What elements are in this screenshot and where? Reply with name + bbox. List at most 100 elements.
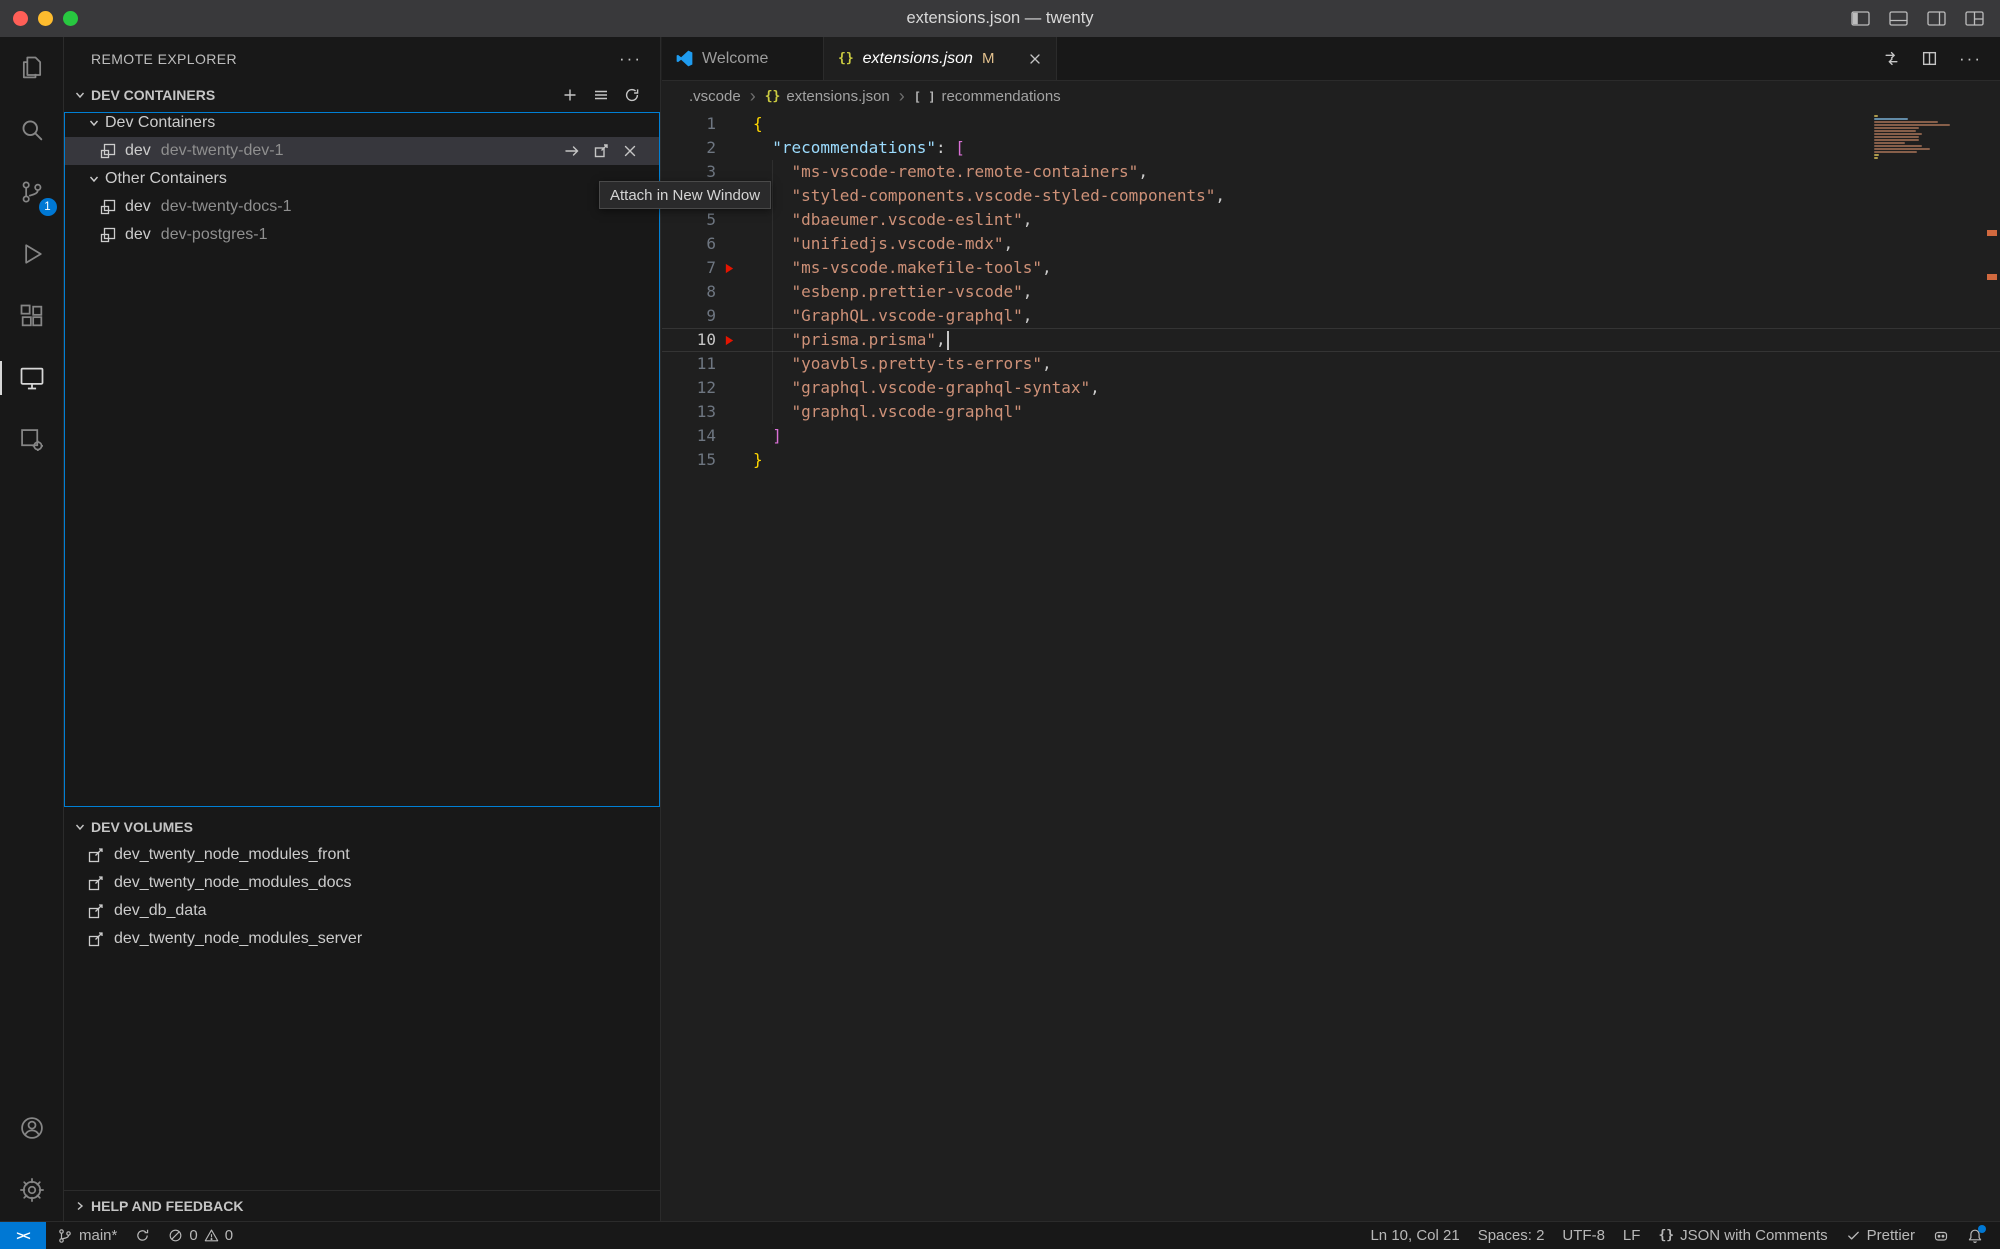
minimap[interactable] [1874, 115, 1984, 160]
tab-extensions-json[interactable]: {} extensions.json M [824, 37, 1057, 80]
status-bar: >< main* 0 0 Ln 10, Col 21 Spaces: 2 UTF… [0, 1221, 2000, 1249]
breadcrumb-folder[interactable]: .vscode [689, 88, 741, 105]
warnings-icon [204, 1228, 219, 1243]
code-lines[interactable]: 1{2 "recommendations": [3 "ms-vscode-rem… [662, 112, 2000, 1221]
dev-volumes-header[interactable]: DEV VOLUMES [64, 813, 660, 841]
refresh-icon[interactable] [624, 87, 640, 103]
code-line[interactable]: 5 "dbaeumer.vscode-eslint", [662, 208, 2000, 232]
container-row-dev-twenty-dev-1[interactable]: dev dev-twenty-dev-1 [64, 137, 660, 165]
sidebar-remote-explorer: REMOTE EXPLORER ··· DEV CONTAINERS Dev C… [64, 37, 661, 1221]
git-branch-item[interactable]: main* [48, 1222, 126, 1249]
code-line[interactable]: 9 "GraphQL.vscode-graphql", [662, 304, 2000, 328]
code-text: "styled-components.vscode-styled-compone… [753, 184, 1225, 208]
line-number: 2 [662, 136, 716, 160]
section-dev-containers[interactable]: DEV CONTAINERS [64, 81, 660, 109]
title-bar: extensions.json — twenty [0, 0, 2000, 37]
container-row-dev-postgres-1[interactable]: dev dev-postgres-1 [64, 221, 660, 249]
gutter-space [716, 280, 753, 304]
source-control-icon[interactable]: 1 [0, 161, 64, 223]
code-line[interactable]: 11 "yoavbls.pretty-ts-errors", [662, 352, 2000, 376]
toggle-panel-icon[interactable] [1889, 11, 1908, 26]
code-line[interactable]: 1{ [662, 112, 2000, 136]
open-changes-icon[interactable] [1883, 50, 1900, 67]
attach-icon[interactable] [564, 143, 580, 159]
container-row-dev-twenty-docs-1[interactable]: dev dev-twenty-docs-1 [64, 193, 660, 221]
volume-row[interactable]: dev_twenty_node_modules_docs [64, 869, 660, 897]
code-line[interactable]: 3 "ms-vscode-remote.remote-containers", [662, 160, 2000, 184]
zoom-window-button[interactable] [63, 11, 78, 26]
line-number: 15 [662, 448, 716, 472]
code-line[interactable]: 15} [662, 448, 2000, 472]
close-window-button[interactable] [13, 11, 28, 26]
code-text: "prisma.prisma", [753, 328, 949, 352]
code-line[interactable]: 4 "styled-components.vscode-styled-compo… [662, 184, 2000, 208]
code-line[interactable]: 8 "esbenp.prettier-vscode", [662, 280, 2000, 304]
scm-changes-badge: 1 [39, 198, 57, 216]
code-line[interactable]: 14 ] [662, 424, 2000, 448]
line-number: 14 [662, 424, 716, 448]
minimap-line [1874, 145, 1922, 147]
window-controls [13, 11, 78, 26]
options-icon[interactable] [593, 87, 609, 103]
breadcrumb-symbol[interactable]: [ ]recommendations [914, 88, 1061, 105]
code-line[interactable]: 7 "ms-vscode.makefile-tools", [662, 256, 2000, 280]
add-devcontainer-icon[interactable] [562, 87, 578, 103]
close-tab-icon[interactable] [1028, 52, 1042, 66]
containers-icon[interactable] [0, 409, 64, 471]
json-file-icon: {} [838, 51, 854, 66]
code-line[interactable]: 6 "unifiedjs.vscode-mdx", [662, 232, 2000, 256]
cursor-position-item[interactable]: Ln 10, Col 21 [1361, 1222, 1468, 1249]
eol-item[interactable]: LF [1614, 1222, 1650, 1249]
language-mode-item[interactable]: {} JSON with Comments [1649, 1222, 1836, 1249]
volume-row[interactable]: dev_twenty_node_modules_front [64, 841, 660, 869]
gutter-space [716, 304, 753, 328]
customize-layout-icon[interactable] [1965, 11, 1984, 26]
status-extra-icon[interactable] [1924, 1222, 1958, 1249]
code-line[interactable]: 10 "prisma.prisma", [662, 328, 2000, 352]
gutter-space [716, 376, 753, 400]
settings-gear-icon[interactable] [0, 1159, 64, 1221]
tab-welcome[interactable]: Welcome [662, 37, 824, 80]
split-editor-icon[interactable] [1921, 50, 1938, 67]
minimize-window-button[interactable] [38, 11, 53, 26]
remote-explorer-icon[interactable] [0, 347, 64, 409]
minimap-line [1874, 130, 1916, 132]
close-icon[interactable] [622, 143, 638, 159]
editor-more-actions-icon[interactable]: ··· [1959, 49, 1982, 69]
line-number: 6 [662, 232, 716, 256]
encoding-item[interactable]: UTF-8 [1553, 1222, 1614, 1249]
minimap-line [1874, 118, 1908, 120]
sidebar-title: REMOTE EXPLORER [91, 51, 237, 67]
remote-indicator[interactable]: >< [0, 1222, 46, 1249]
toggle-primary-sidebar-icon[interactable] [1851, 11, 1870, 26]
volume-row[interactable]: dev_db_data [64, 897, 660, 925]
volume-row[interactable]: dev_twenty_node_modules_server [64, 925, 660, 953]
extensions-icon[interactable] [0, 285, 64, 347]
code-line[interactable]: 2 "recommendations": [ [662, 136, 2000, 160]
code-line[interactable]: 13 "graphql.vscode-graphql" [662, 400, 2000, 424]
volume-icon [87, 874, 105, 892]
group-dev-containers[interactable]: Dev Containers [64, 109, 660, 137]
group-other-containers[interactable]: Other Containers [64, 165, 660, 193]
sync-changes-item[interactable] [126, 1222, 159, 1249]
overview-ruler-mark [1987, 230, 1997, 236]
explorer-icon[interactable] [0, 37, 64, 99]
section-dev-volumes: DEV VOLUMES dev_twenty_node_modules_fron… [64, 813, 660, 953]
run-debug-icon[interactable] [0, 223, 64, 285]
search-icon[interactable] [0, 99, 64, 161]
attach-new-window-icon[interactable] [593, 143, 609, 159]
breadcrumb-file[interactable]: {}extensions.json [765, 88, 890, 105]
toggle-secondary-sidebar-icon[interactable] [1927, 11, 1946, 26]
accounts-icon[interactable] [0, 1097, 64, 1159]
help-and-feedback-header[interactable]: HELP AND FEEDBACK [64, 1190, 660, 1221]
problems-item[interactable]: 0 0 [159, 1222, 242, 1249]
notification-dot [1978, 1225, 1986, 1233]
line-number: 1 [662, 112, 716, 136]
views-more-actions-icon[interactable]: ··· [619, 49, 642, 69]
code-line[interactable]: 12 "graphql.vscode-graphql-syntax", [662, 376, 2000, 400]
volume-icon [87, 902, 105, 920]
formatter-item[interactable]: Prettier [1837, 1222, 1924, 1249]
notifications-bell-icon[interactable] [1958, 1222, 1992, 1249]
code-text: "recommendations": [ [753, 136, 965, 160]
indentation-item[interactable]: Spaces: 2 [1469, 1222, 1554, 1249]
